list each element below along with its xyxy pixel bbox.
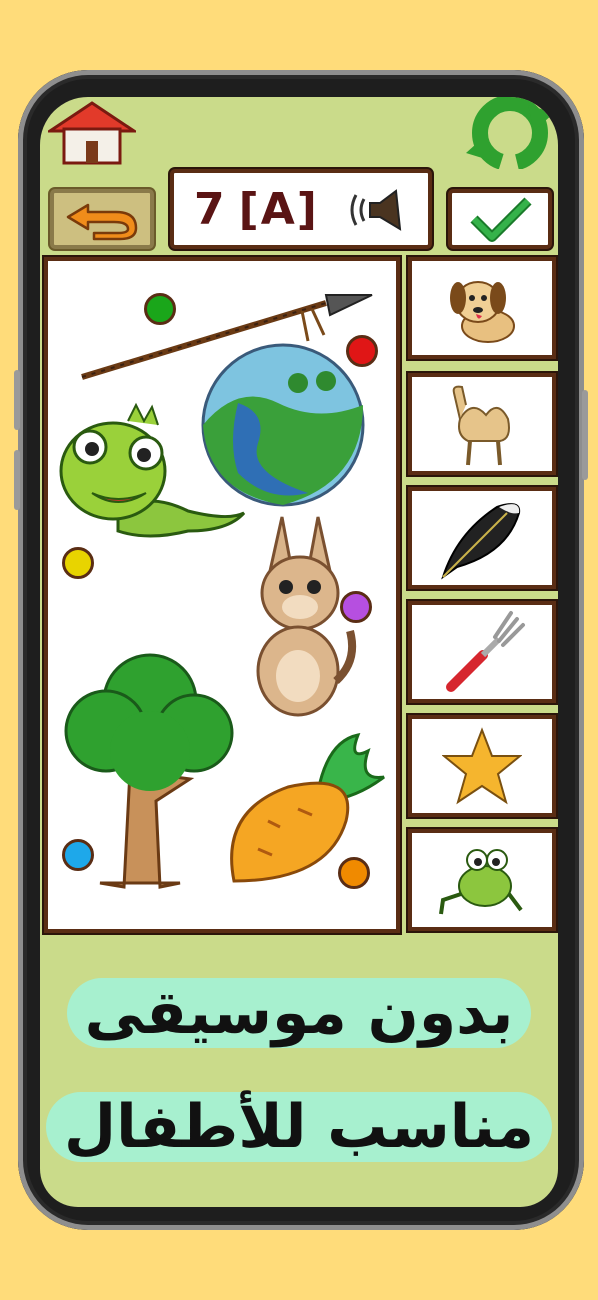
refresh-button[interactable] [464,97,556,173]
fork-icon [446,611,525,692]
caption-line-1-text: بدون موسيقى [66,978,532,1048]
choice-card-fork[interactable] [408,601,556,703]
home-icon [45,101,139,165]
caption-line-1: بدون موسيقى [40,973,558,1053]
match-dot-green[interactable] [144,293,176,325]
word-prompt-box: 7 [A] [170,169,432,249]
speaker-button[interactable] [346,185,412,239]
phone-volume-button [14,450,20,510]
match-dot-red[interactable] [346,335,378,367]
phone-volume-button [14,370,20,430]
undo-arrow-icon [66,203,138,241]
iguana-picture[interactable] [58,401,248,561]
phone-power-button [582,390,588,480]
star-icon [442,727,522,805]
word-letter: [A] [238,183,319,235]
frog-icon [439,849,523,915]
caption-line-2-text: مناسب للأطفال [46,1092,552,1162]
choice-card-dog[interactable] [408,257,556,359]
checkmark-icon [470,197,532,242]
undo-button[interactable] [50,189,154,249]
match-dot-blue[interactable] [62,839,94,871]
home-button[interactable] [45,101,139,169]
match-dot-purple[interactable] [340,591,372,623]
choice-card-camel[interactable] [408,373,556,475]
match-dot-yellow[interactable] [62,547,94,579]
matching-board [44,257,400,933]
choice-card-star[interactable] [408,715,556,817]
word-number: 7 [194,183,227,235]
speaker-icon [350,189,402,231]
match-dot-orange[interactable] [338,857,370,889]
choice-card-feather[interactable] [408,487,556,589]
caption-line-2: مناسب للأطفال [40,1087,558,1167]
refresh-icon [466,97,554,172]
app-screen: 7 [A] بدون موسيقى مناسب للأطفال [40,97,558,1207]
check-button[interactable] [448,189,552,249]
feather-icon [441,503,521,580]
choice-card-frog[interactable] [408,829,556,931]
camel-icon [452,385,510,466]
dog-icon [450,281,515,343]
